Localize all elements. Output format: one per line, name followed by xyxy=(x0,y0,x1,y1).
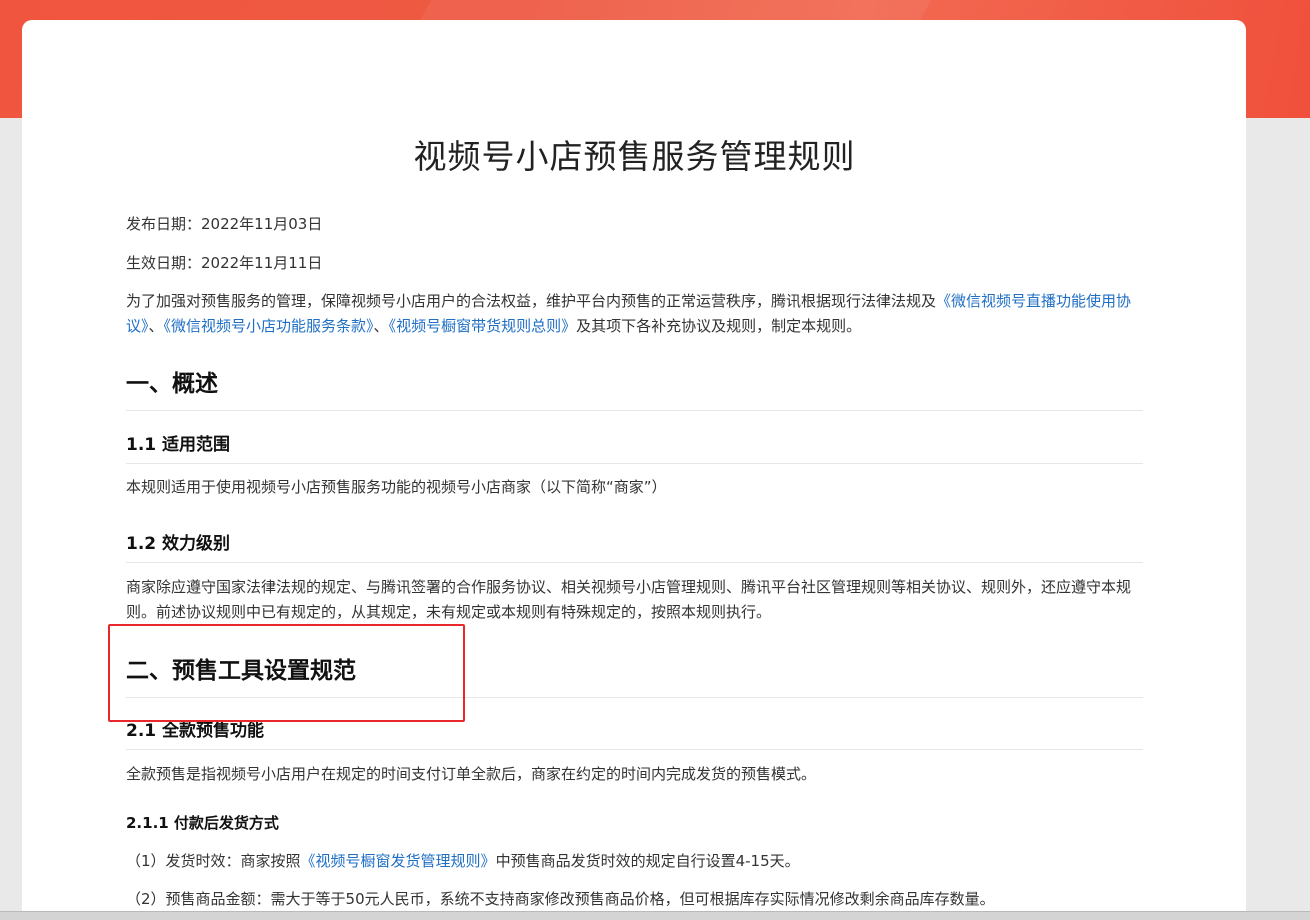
link-store-terms[interactable]: 《微信视频号小店功能服务条款》 xyxy=(164,317,374,335)
subsection-heading-ship-after-payment: 2.1.1 付款后发货方式 xyxy=(126,814,279,832)
intro-separator: 、 xyxy=(373,317,389,335)
link-showcase-rules[interactable]: 《视频号橱窗带货规则总则》 xyxy=(389,317,577,335)
effective-date: 生效日期：2022年11月11日 xyxy=(126,254,323,272)
publish-date: 发布日期：2022年11月03日 xyxy=(126,215,323,233)
item-text-suffix: 中预售商品发货时效的规定自行设置4-15天。 xyxy=(495,852,800,870)
intro-paragraph: 为了加强对预售服务的管理，保障视频号小店用户的合法权益，维护平台内预售的正常运营… xyxy=(126,289,1138,339)
list-item-shipping-time: （1）发货时效：商家按照《视频号橱窗发货管理规则》中预售商品发货时效的规定自行设… xyxy=(126,849,1138,874)
subsection-heading-full-payment: 2.1 全款预售功能 xyxy=(126,716,1143,750)
intro-text-prefix: 为了加强对预售服务的管理，保障视频号小店用户的合法权益，维护平台内预售的正常运营… xyxy=(126,292,937,310)
effect-level-paragraph: 商家除应遵守国家法律法规的规定、与腾讯签署的合作服务协议、相关视频号小店管理规则… xyxy=(126,578,1132,621)
link-shipping-rules[interactable]: 《视频号橱窗发货管理规则》 xyxy=(301,852,496,870)
list-item-presale-amount: （2）预售商品金额：需大于等于50元人民币，系统不支持商家修改预售商品价格，但可… xyxy=(126,890,995,908)
intro-text-suffix: 及其项下各补充协议及规则，制定本规则。 xyxy=(576,317,862,335)
intro-separator: 、 xyxy=(148,317,164,335)
scope-paragraph: 本规则适用于使用视频号小店预售服务功能的视频号小店商家（以下简称“商家”） xyxy=(126,478,667,496)
page-title: 视频号小店预售服务管理规则 xyxy=(413,137,856,176)
section-heading-presale-tool: 二、预售工具设置规范 xyxy=(126,651,1143,698)
document-card: 视频号小店预售服务管理规则 发布日期：2022年11月03日 生效日期：2022… xyxy=(22,20,1246,919)
subsection-heading-effect-level: 1.2 效力级别 xyxy=(126,529,1143,563)
subsection-heading-scope: 1.1 适用范围 xyxy=(126,430,1143,464)
full-payment-paragraph: 全款预售是指视频号小店用户在规定的时间支付订单全款后，商家在约定的时间内完成发货… xyxy=(126,765,817,783)
item-text-prefix: （1）发货时效：商家按照 xyxy=(126,852,301,870)
section-heading-overview: 一、概述 xyxy=(126,364,1143,411)
